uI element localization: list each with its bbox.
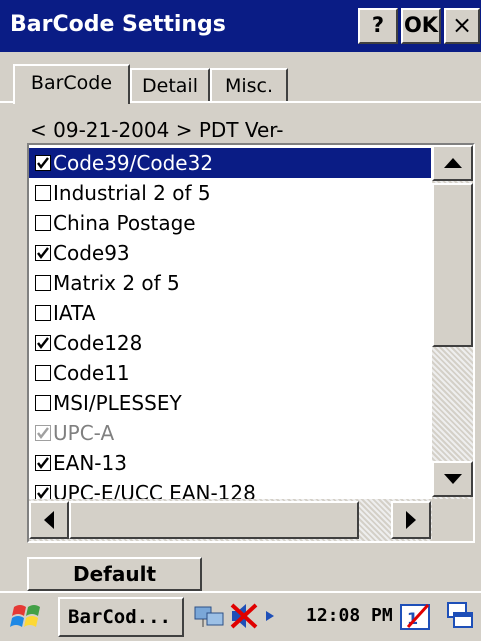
- checkmark-icon: [37, 457, 49, 469]
- barcode-label: EAN-13: [53, 451, 127, 475]
- clock[interactable]: 12:08 PM: [306, 605, 393, 626]
- barcode-list-item[interactable]: Code93: [29, 238, 431, 268]
- checkmark-icon: [37, 427, 49, 439]
- ok-button[interactable]: OK: [401, 8, 441, 44]
- barcode-list-item[interactable]: Code11: [29, 358, 431, 388]
- checkbox-unchecked[interactable]: [35, 215, 51, 231]
- checkbox-checked[interactable]: [35, 245, 51, 261]
- barcode-list-item[interactable]: China Postage: [29, 208, 431, 238]
- sound-muted-icon[interactable]: [228, 599, 262, 633]
- barcode-label: Code93: [53, 241, 130, 265]
- barcode-label: Code39/Code32: [53, 151, 214, 175]
- checkbox-checked[interactable]: [35, 155, 51, 171]
- barcode-label: Code11: [53, 361, 130, 385]
- title-bar: BarCode Settings ? OK ×: [0, 0, 481, 52]
- arrow-left-icon: [44, 511, 54, 529]
- checkbox-checked[interactable]: [35, 455, 51, 471]
- barcode-label: Code128: [53, 331, 143, 355]
- barcode-list: Code39/Code32 Industrial 2 of 5 China Post…: [29, 148, 431, 508]
- input-panel-icon[interactable]: 1: [398, 599, 432, 633]
- barcode-list-item[interactable]: Code39/Code32: [29, 148, 431, 178]
- checkmark-icon: [37, 337, 49, 349]
- checkbox-unchecked[interactable]: [35, 395, 51, 411]
- network-icon[interactable]: [192, 599, 226, 633]
- arrow-down-icon: [443, 474, 462, 484]
- vertical-scroll-thumb[interactable]: [432, 183, 473, 347]
- tab-barcode[interactable]: BarCode: [13, 64, 130, 104]
- arrow-up-icon: [443, 158, 462, 168]
- vertical-scrollbar[interactable]: [432, 145, 473, 499]
- checkbox-unchecked[interactable]: [35, 305, 51, 321]
- barcode-label: UPC-A: [53, 421, 115, 445]
- barcode-list-item[interactable]: MSI/PLESSEY: [29, 388, 431, 418]
- barcode-list-item[interactable]: Matrix 2 of 5: [29, 268, 431, 298]
- tab-detail[interactable]: Detail: [130, 68, 210, 101]
- window-title: BarCode Settings: [10, 12, 226, 37]
- barcode-label: MSI/PLESSEY: [53, 391, 182, 415]
- scroll-right-button[interactable]: [391, 501, 431, 539]
- scrollbar-corner: [432, 499, 473, 541]
- taskbar: BarCod... 12:08 PM 1: [0, 591, 481, 641]
- scroll-down-button[interactable]: [432, 461, 473, 497]
- checkbox-unchecked[interactable]: [35, 275, 51, 291]
- checkbox-checked[interactable]: [35, 335, 51, 351]
- checkbox-unchecked[interactable]: [35, 185, 51, 201]
- barcode-label: China Postage: [53, 211, 196, 235]
- horizontal-scrollbar[interactable]: [29, 499, 432, 541]
- arrow-right-icon: [406, 511, 416, 529]
- scroll-up-button[interactable]: [432, 145, 473, 181]
- start-logo-icon[interactable]: [8, 599, 48, 635]
- tray-expand-arrow-icon[interactable]: [262, 599, 282, 633]
- checkmark-icon: [37, 247, 49, 259]
- barcode-list-item[interactable]: IATA: [29, 298, 431, 328]
- barcode-list-item[interactable]: Industrial 2 of 5: [29, 178, 431, 208]
- version-label: < 09-21-2004 > PDT Ver-: [30, 118, 284, 142]
- default-button[interactable]: Default: [27, 557, 202, 591]
- barcode-list-item[interactable]: Code128: [29, 328, 431, 358]
- checkmark-icon: [37, 157, 49, 169]
- taskbar-app-button[interactable]: BarCod...: [58, 597, 184, 637]
- checkbox-checked[interactable]: [35, 425, 51, 441]
- horizontal-scroll-thumb[interactable]: [69, 501, 359, 539]
- tab-misc[interactable]: Misc.: [210, 68, 288, 101]
- barcode-label: Industrial 2 of 5: [53, 181, 211, 205]
- scroll-left-button[interactable]: [29, 501, 69, 539]
- barcode-list-box: Code39/Code32 Industrial 2 of 5 China Post…: [27, 143, 475, 543]
- checkmark-icon: [37, 487, 49, 499]
- barcode-label: IATA: [53, 301, 96, 325]
- barcode-label: Matrix 2 of 5: [53, 271, 180, 295]
- barcode-list-item[interactable]: EAN-13: [29, 448, 431, 478]
- window-switch-icon[interactable]: [442, 599, 476, 633]
- checkbox-unchecked[interactable]: [35, 365, 51, 381]
- close-button[interactable]: ×: [444, 8, 480, 44]
- barcode-list-item[interactable]: UPC-A: [29, 418, 431, 448]
- help-button[interactable]: ?: [358, 8, 398, 44]
